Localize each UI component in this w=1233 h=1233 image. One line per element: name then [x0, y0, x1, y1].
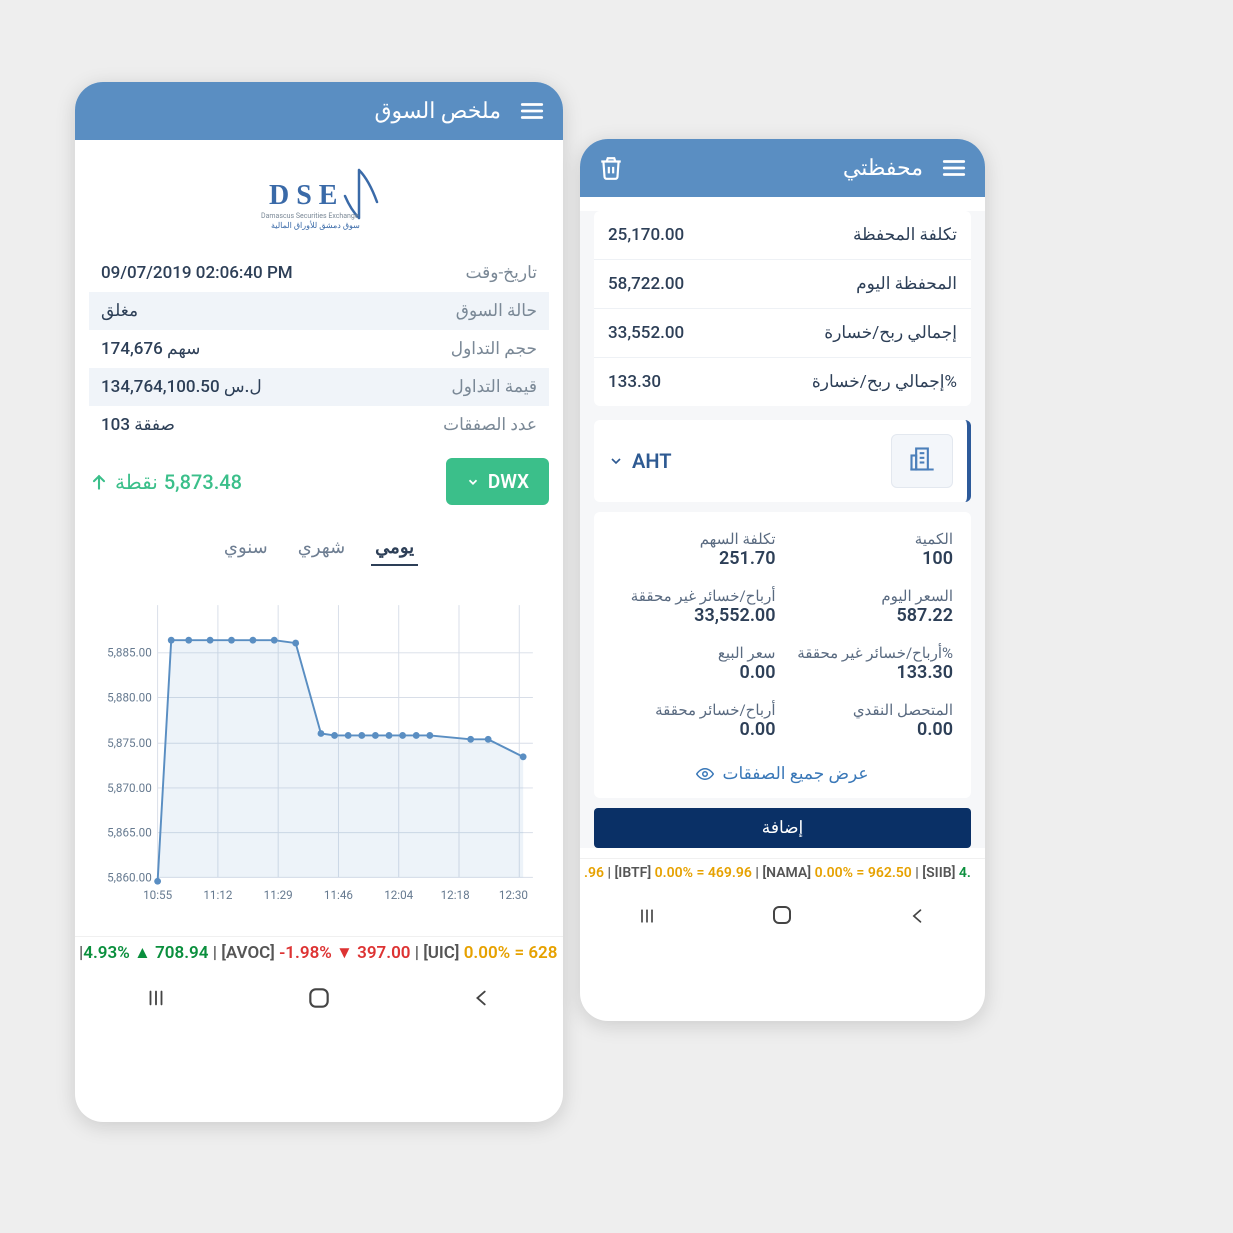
- recents-button[interactable]: [145, 987, 167, 1015]
- svg-text:11:46: 11:46: [324, 888, 353, 902]
- recents-button[interactable]: [637, 904, 657, 932]
- tab-monthly[interactable]: شهري: [294, 531, 349, 566]
- svg-text:12:30: 12:30: [499, 888, 528, 902]
- svg-text:5,880.00: 5,880.00: [107, 690, 152, 704]
- menu-icon[interactable]: [941, 155, 967, 181]
- back-button[interactable]: [908, 904, 928, 932]
- svg-text:5,875.00: 5,875.00: [107, 736, 152, 750]
- back-button[interactable]: [471, 987, 493, 1015]
- logo: D S E Damascus Securities Exchange سوق د…: [75, 140, 563, 254]
- svg-text:11:29: 11:29: [264, 888, 293, 902]
- android-navbar: [75, 969, 563, 1033]
- menu-icon[interactable]: [519, 98, 545, 124]
- svg-text:سوق دمشق للأوراق المالية: سوق دمشق للأوراق المالية: [271, 220, 360, 230]
- chart-tabs: سنوي شهري يومي: [89, 531, 549, 566]
- p-row-today: 58,722.00 المحفظة اليوم: [594, 260, 971, 309]
- chevron-down-icon: [608, 453, 624, 469]
- ticker: .96 | [IBTF] 0.00% = 469.96 | [NAMA] 0.0…: [580, 858, 985, 887]
- header: ملخص السوق: [75, 82, 563, 140]
- arrow-up-icon: [89, 472, 109, 492]
- svg-text:Damascus Securities Exchange: Damascus Securities Exchange: [261, 212, 359, 220]
- svg-text:5,860.00: 5,860.00: [107, 870, 152, 884]
- phone-portfolio: محفظتي 25,170.00 تكلفة المحفظة 58,722.00…: [580, 139, 985, 1021]
- chevron-down-icon: [466, 475, 480, 489]
- p-row-pl: 33,552.00 إجمالي ربح/خسارة: [594, 309, 971, 358]
- info-table: 09/07/2019 02:06:40 PM تاريخ-وقت مغلق حا…: [89, 254, 549, 444]
- view-all-deals-link[interactable]: عرض جميع الصفقات: [612, 752, 953, 788]
- info-row-deals: 103 صفقة عدد الصفقات: [89, 406, 549, 444]
- p-row-cost: 25,170.00 تكلفة المحفظة: [594, 211, 971, 260]
- home-button[interactable]: [306, 985, 332, 1017]
- tab-daily[interactable]: يومي: [371, 531, 418, 566]
- p-row-pl-pct: 133.30 إجمالي ربح/خسارة%: [594, 358, 971, 406]
- trash-icon[interactable]: [598, 155, 624, 181]
- info-row-value: 134,764,100.50 ل.س قيمة التداول: [89, 368, 549, 406]
- stock-symbol: AHT: [608, 449, 672, 473]
- svg-text:5,885.00: 5,885.00: [107, 646, 152, 660]
- home-button[interactable]: [770, 903, 794, 933]
- add-button[interactable]: إضافة: [594, 808, 971, 848]
- page-title: ملخص السوق: [93, 99, 501, 124]
- svg-text:11:12: 11:12: [203, 888, 232, 902]
- stock-details: تكلفة السهم251.70 الكمية100 أرباح/خسائر …: [594, 512, 971, 798]
- info-row-datetime: 09/07/2019 02:06:40 PM تاريخ-وقت: [89, 254, 549, 292]
- index-points: نقطة 5,873.48: [89, 470, 432, 494]
- svg-text:5,870.00: 5,870.00: [107, 781, 152, 795]
- phone-market-summary: ملخص السوق D S E Damascus Securities Exc…: [75, 82, 563, 1122]
- stock-card-header[interactable]: AHT: [594, 420, 971, 502]
- chart: 5,860.00 5,865.00 5,870.00 5,875.00 5,88…: [75, 566, 563, 936]
- building-icon[interactable]: [891, 434, 953, 488]
- dwx-dropdown-button[interactable]: DWX: [446, 458, 549, 505]
- header: محفظتي: [580, 139, 985, 197]
- android-navbar: [580, 887, 985, 949]
- portfolio-summary: 25,170.00 تكلفة المحفظة 58,722.00 المحفظ…: [594, 211, 971, 406]
- tab-yearly[interactable]: سنوي: [220, 531, 272, 566]
- ticker: |4.93% ▲ 708.94 | [AVOC] -1.98% ▼ 397.00…: [75, 936, 563, 969]
- page-title: محفظتي: [642, 156, 923, 181]
- eye-icon: [696, 765, 714, 783]
- svg-text:12:18: 12:18: [441, 888, 470, 902]
- svg-text:10:55: 10:55: [143, 888, 172, 902]
- info-row-volume: 174,676 سهم حجم التداول: [89, 330, 549, 368]
- info-row-status: مغلق حالة السوق: [89, 292, 549, 330]
- svg-text:D S E: D S E: [269, 180, 337, 211]
- svg-text:5,865.00: 5,865.00: [107, 826, 152, 840]
- svg-text:12:04: 12:04: [384, 888, 413, 902]
